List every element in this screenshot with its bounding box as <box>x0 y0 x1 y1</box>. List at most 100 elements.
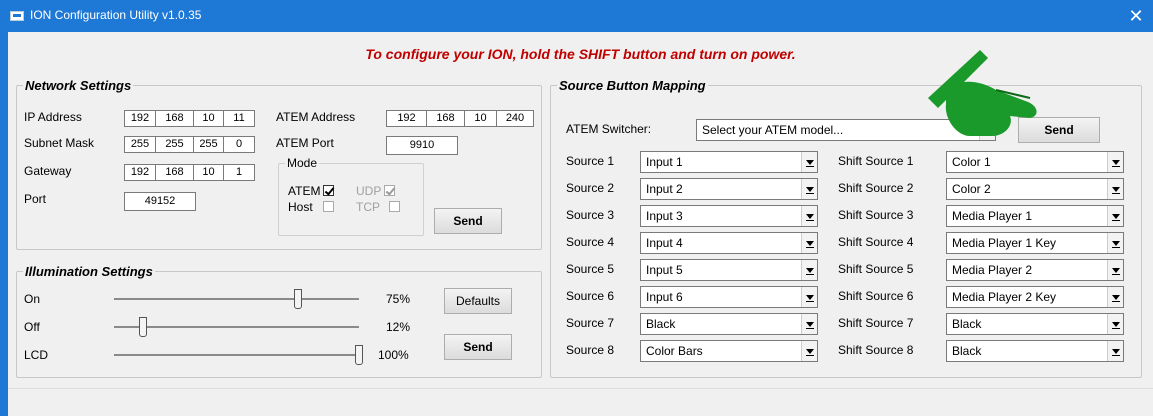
gateway-octet[interactable]: 168 <box>156 165 194 180</box>
chevron-down-icon[interactable] <box>1107 287 1123 307</box>
illumination-send-button[interactable]: Send <box>444 334 512 360</box>
atem-port-label: ATEM Port <box>276 136 334 150</box>
subnet-octet[interactable]: 255 <box>125 137 156 152</box>
atem-octet[interactable]: 168 <box>427 111 465 126</box>
source-select-value: Black <box>646 317 676 331</box>
chevron-down-icon[interactable] <box>801 260 817 280</box>
off-brightness-slider[interactable] <box>114 315 359 339</box>
source-select-value: Input 1 <box>646 155 683 169</box>
port-input[interactable]: 49152 <box>124 192 196 211</box>
atem-octet[interactable]: 10 <box>465 111 497 126</box>
on-brightness-slider[interactable] <box>114 287 359 311</box>
source-select[interactable]: Input 2 <box>640 178 818 200</box>
subnet-mask-field[interactable]: 255 255 255 0 <box>124 136 255 153</box>
network-send-button[interactable]: Send <box>434 208 502 234</box>
chevron-down-icon[interactable] <box>1107 314 1123 334</box>
slider-thumb[interactable] <box>139 317 148 337</box>
ip-address-field[interactable]: 192 168 10 11 <box>124 110 255 127</box>
mode-legend: Mode <box>287 156 318 170</box>
mode-atem-option[interactable]: ATEM <box>288 184 335 198</box>
shift-source-select[interactable]: Media Player 2 <box>946 259 1124 281</box>
chevron-down-icon[interactable] <box>1107 179 1123 199</box>
subnet-mask-label: Subnet Mask <box>24 136 95 150</box>
mode-tcp-checkbox <box>389 201 400 212</box>
gateway-octet[interactable]: 1 <box>224 165 254 180</box>
atem-octet[interactable]: 240 <box>497 111 533 126</box>
source-label: Source 6 <box>566 289 615 303</box>
shift-source-select[interactable]: Black <box>946 313 1124 335</box>
chevron-down-icon[interactable] <box>801 206 817 226</box>
gateway-octet[interactable]: 192 <box>125 165 156 180</box>
shift-source-select[interactable]: Black <box>946 340 1124 362</box>
atem-model-value: Select your ATEM model... <box>702 123 844 137</box>
subnet-octet[interactable]: 255 <box>194 137 224 152</box>
chevron-down-icon[interactable] <box>801 341 817 361</box>
source-select[interactable]: Color Bars <box>640 340 818 362</box>
source-select[interactable]: Input 6 <box>640 286 818 308</box>
defaults-button[interactable]: Defaults <box>444 288 512 314</box>
pointing-hand-icon <box>928 50 1037 136</box>
mode-atem-checkbox[interactable] <box>323 185 335 196</box>
shift-source-label: Shift Source 1 <box>838 154 914 168</box>
slider-thumb[interactable] <box>293 289 302 309</box>
lcd-brightness-slider[interactable] <box>114 343 363 367</box>
shift-source-select[interactable]: Media Player 1 <box>946 205 1124 227</box>
shift-source-select[interactable]: Color 1 <box>946 151 1124 173</box>
chevron-down-icon[interactable] <box>1107 260 1123 280</box>
source-select[interactable]: Input 5 <box>640 259 818 281</box>
network-settings-legend: Network Settings <box>25 78 132 93</box>
gateway-field[interactable]: 192 168 10 1 <box>124 164 255 181</box>
chevron-down-icon[interactable] <box>801 179 817 199</box>
client-area: To configure your ION, hold the SHIFT bu… <box>8 32 1153 416</box>
atem-octet[interactable]: 192 <box>387 111 427 126</box>
source-label: Source 5 <box>566 262 615 276</box>
app-window: ION Configuration Utility v1.0.35 ✕ To c… <box>0 0 1153 416</box>
chevron-down-icon[interactable] <box>1107 341 1123 361</box>
shift-source-label: Shift Source 6 <box>838 289 914 303</box>
atem-port-input[interactable]: 9910 <box>386 136 458 155</box>
mode-host-option[interactable]: Host <box>288 200 334 214</box>
shift-source-select-value: Black <box>952 317 982 331</box>
shift-source-select[interactable]: Color 2 <box>946 178 1124 200</box>
close-button[interactable]: ✕ <box>1119 0 1153 32</box>
app-icon <box>10 11 24 21</box>
slider-track <box>114 354 359 356</box>
chevron-down-icon[interactable] <box>1107 206 1123 226</box>
ip-address-label: IP Address <box>24 110 82 124</box>
shift-source-select-value: Media Player 1 <box>952 209 1033 223</box>
atem-address-field[interactable]: 192 168 10 240 <box>386 110 534 127</box>
off-value: 12% <box>386 320 411 334</box>
source-select[interactable]: Input 4 <box>640 232 818 254</box>
source-select-value: Input 2 <box>646 182 683 196</box>
source-select[interactable]: Input 3 <box>640 205 818 227</box>
shift-source-select-value: Media Player 2 <box>952 263 1033 277</box>
ip-octet[interactable]: 11 <box>224 111 254 126</box>
ip-octet[interactable]: 192 <box>125 111 156 126</box>
chevron-down-icon[interactable] <box>801 287 817 307</box>
source-select[interactable]: Input 1 <box>640 151 818 173</box>
mode-host-label: Host <box>288 200 313 214</box>
gateway-octet[interactable]: 10 <box>194 165 224 180</box>
subnet-octet[interactable]: 255 <box>156 137 194 152</box>
shift-source-select[interactable]: Media Player 2 Key <box>946 286 1124 308</box>
subnet-octet[interactable]: 0 <box>224 137 254 152</box>
ip-octet[interactable]: 168 <box>156 111 194 126</box>
shift-source-select-value: Color 2 <box>952 182 991 196</box>
title-bar[interactable]: ION Configuration Utility v1.0.35 ✕ <box>0 0 1153 32</box>
chevron-down-icon[interactable] <box>801 233 817 253</box>
source-select-value: Input 5 <box>646 263 683 277</box>
slider-thumb[interactable] <box>355 345 363 365</box>
mode-atem-label: ATEM <box>288 184 321 198</box>
atem-switcher-label: ATEM Switcher: <box>566 122 652 136</box>
shift-source-select[interactable]: Media Player 1 Key <box>946 232 1124 254</box>
chevron-down-icon[interactable] <box>801 314 817 334</box>
chevron-down-icon[interactable] <box>1107 233 1123 253</box>
shift-source-select-value: Media Player 1 Key <box>952 236 1057 250</box>
window-title: ION Configuration Utility v1.0.35 <box>30 8 202 22</box>
source-select[interactable]: Black <box>640 313 818 335</box>
mode-host-checkbox[interactable] <box>322 201 334 212</box>
chevron-down-icon[interactable] <box>801 152 817 172</box>
window-edge <box>0 32 8 416</box>
chevron-down-icon[interactable] <box>1107 152 1123 172</box>
ip-octet[interactable]: 10 <box>194 111 224 126</box>
